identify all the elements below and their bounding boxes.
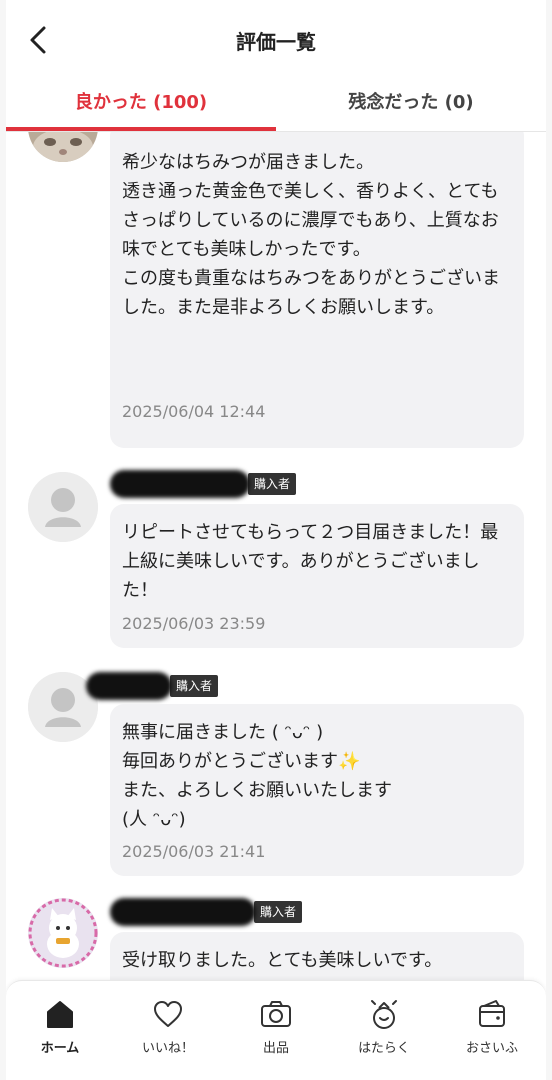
buyer-badge: 購入者 [254, 901, 303, 923]
camera-icon [261, 1001, 291, 1027]
nav-wallet-label: おさいふ [465, 1041, 518, 1056]
nav-work-label: はたらく [358, 1041, 410, 1056]
buyer-badge: 購入者 [170, 675, 219, 697]
reviewer-avatar-cat-illustration[interactable] [28, 898, 98, 968]
nav-likes-label: いいね！ [141, 1041, 194, 1056]
tab-bar: 良かった (100) 残念だった (0) [6, 80, 546, 132]
review-text: リピートさせてもらって２つ目届きました！最上級に美味しいです。ありがとうございま… [122, 522, 499, 601]
work-icon [371, 1000, 397, 1029]
home-icon [47, 1001, 73, 1028]
review-date: 2025/06/04 12:44 [122, 402, 266, 421]
nav-sell[interactable]: 出品 [222, 997, 330, 1056]
reviewer-name-row: 購入者 [110, 898, 303, 926]
page-title: 評価一覧 [236, 30, 316, 54]
review-text: 無事に届きました ( ᵔᴗᵔ ) 毎回ありがとうございます✨ また、よろしくお願… [122, 722, 392, 830]
nav-sell-label: 出品 [262, 1041, 289, 1056]
nav-home-label: ホーム [40, 1041, 80, 1056]
review-bubble: 無事に届きました ( ᵔᴗᵔ ) 毎回ありがとうございます✨ また、よろしくお願… [110, 704, 524, 876]
wallet-icon [479, 1000, 505, 1027]
reviewer-avatar[interactable] [28, 472, 98, 542]
review-date: 2025/06/03 21:41 [122, 842, 266, 861]
cat-photo-icon [28, 132, 98, 162]
review-list[interactable]: 希少なはちみつが届きました。 透き通った黄金色で美しく、香りよく、とてもさっぱり… [6, 132, 546, 980]
review-date: 2025/06/03 23:59 [122, 614, 266, 633]
heart-icon [154, 1001, 182, 1027]
reviewer-name-redacted [86, 672, 172, 700]
nav-wallet[interactable]: おさいふ [438, 997, 546, 1056]
nav-work[interactable]: はたらく [330, 997, 438, 1056]
review-bubble: リピートさせてもらって２つ目届きました！最上級に美味しいです。ありがとうございま… [110, 504, 524, 648]
default-user-icon [28, 472, 98, 542]
reviewer-name-redacted [110, 470, 250, 498]
reviewer-name-redacted [110, 898, 256, 926]
review-text: 希少なはちみつが届きました。 透き通った黄金色で美しく、香りよく、とてもさっぱり… [122, 152, 500, 318]
lucky-cat-icon [28, 898, 98, 968]
buyer-badge: 購入者 [248, 473, 297, 495]
bottom-nav: ホーム いいね！ 出品 はたらく おさいふ [6, 980, 546, 1080]
review-bubble: 受け取りました。とても美味しいです。 [110, 932, 524, 980]
nav-home[interactable]: ホーム [6, 997, 114, 1056]
header: 評価一覧 [6, 0, 546, 80]
nav-likes[interactable]: いいね！ [114, 997, 222, 1056]
tab-bad-reviews[interactable]: 残念だった (0) [276, 80, 546, 130]
reviewer-name-row: 購入者 [110, 470, 297, 498]
review-bubble: 希少なはちみつが届きました。 透き通った黄金色で美しく、香りよく、とてもさっぱり… [110, 132, 524, 448]
app-frame: 評価一覧 良かった (100) 残念だった (0) 希少なはちみつが届きました。… [6, 0, 546, 1080]
reviewer-name-row: 購入者 [86, 672, 219, 700]
tab-good-reviews[interactable]: 良かった (100) [6, 80, 276, 130]
reviewer-avatar-cat[interactable] [28, 132, 98, 162]
review-text: 受け取りました。とても美味しいです。 [122, 950, 443, 971]
